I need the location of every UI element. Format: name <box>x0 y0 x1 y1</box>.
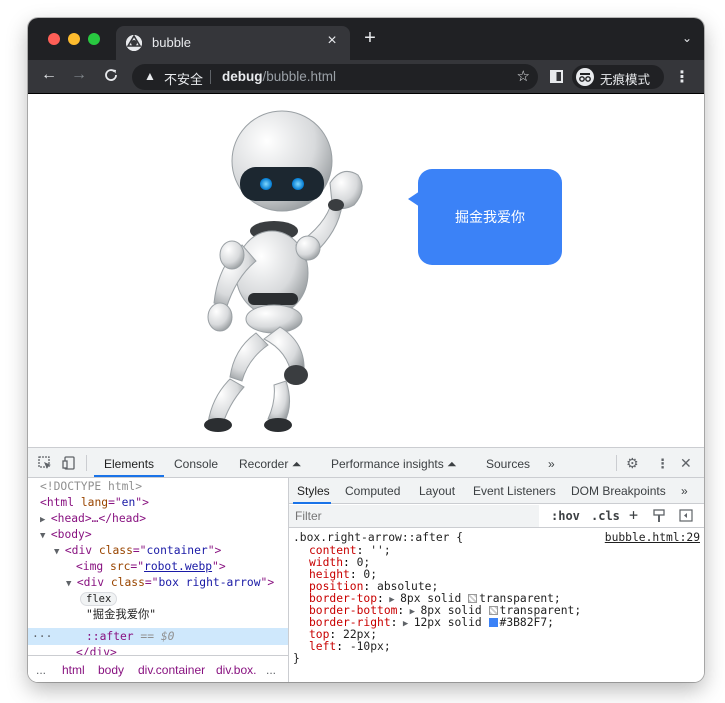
breadcrumb-body[interactable]: body <box>98 663 124 677</box>
device-toolbar-icon[interactable] <box>62 456 76 473</box>
tab-performance-insights[interactable]: Performance insights ⏶ <box>331 457 457 472</box>
side-panel-icon[interactable] <box>550 70 563 83</box>
tab-title: bubble <box>152 35 192 50</box>
text-node[interactable]: "掘金我爱你" <box>86 607 156 623</box>
styles-filter-bar: :hov .cls + <box>289 504 704 528</box>
styles-pane: Styles Computed Layout Event Listeners D… <box>289 478 704 682</box>
tab-elements[interactable]: Elements <box>104 457 154 471</box>
new-tab-button[interactable]: + <box>358 27 382 50</box>
tab-event-listeners[interactable]: Event Listeners <box>473 484 556 498</box>
tab-strip: bubble × + ⌄ <box>28 18 704 60</box>
tab-sources[interactable]: Sources <box>486 457 530 471</box>
devtools-tab-bar: Elements Console Recorder ⏶ Performance … <box>28 448 704 478</box>
maximize-window-button[interactable] <box>88 33 100 45</box>
breadcrumb-div-box[interactable]: div.box. <box>216 663 256 677</box>
address-bar[interactable]: ▲ 不安全 debug/bubble.html ☆ <box>132 64 538 90</box>
url-text[interactable]: debug/bubble.html <box>222 69 336 84</box>
node-ellipsis: ··· <box>32 630 53 643</box>
reload-button[interactable] <box>100 67 122 87</box>
tab-dom-breakpoints[interactable]: DOM Breakpoints <box>571 484 666 498</box>
inspect-element-icon[interactable] <box>38 456 52 473</box>
blue-color-swatch[interactable] <box>488 618 498 627</box>
tab-close-icon[interactable]: × <box>322 32 342 50</box>
rule-source-link[interactable]: bubble.html:29 <box>605 532 700 544</box>
rule-close-brace: } <box>293 652 300 665</box>
url-path: /bubble.html <box>262 69 337 84</box>
body-node[interactable]: ▼ <body> <box>40 527 92 543</box>
devtools-panel: Elements Console Recorder ⏶ Performance … <box>28 447 704 682</box>
toggle-sidebar-icon[interactable] <box>679 509 693 525</box>
more-style-tabs-chevron[interactable]: » <box>681 484 688 498</box>
url-host: debug <box>222 69 263 84</box>
div-close-node[interactable]: </div> <box>76 645 117 655</box>
container-div-node[interactable]: ▼ <div class="container"> <box>54 543 221 559</box>
tab-layout[interactable]: Layout <box>419 484 455 498</box>
paint-brush-icon[interactable] <box>653 509 665 526</box>
browser-toolbar: ← → ▲ 不安全 debug/bubble.html ☆ 无痕模式 ⋮ <box>28 60 704 94</box>
hover-state-toggle[interactable]: :hov <box>551 509 580 523</box>
breadcrumb-div-container[interactable]: div.container <box>138 663 205 677</box>
incognito-label: 无痕模式 <box>600 73 651 87</box>
class-toggle[interactable]: .cls <box>591 509 620 523</box>
breadcrumb-scroll-right[interactable]: ... <box>266 663 276 677</box>
active-tab-indicator <box>94 475 164 477</box>
elements-tree: <!DOCTYPE html> <html lang="en"> ▶ <head… <box>28 478 288 655</box>
styles-filter-input[interactable] <box>289 505 539 527</box>
forward-button[interactable]: → <box>68 66 90 84</box>
tab-styles[interactable]: Styles <box>297 484 330 498</box>
html-node[interactable]: <html lang="en"> <box>40 495 149 511</box>
back-button[interactable]: ← <box>38 66 60 84</box>
flex-badge[interactable]: flex <box>80 592 118 606</box>
toolbar-separator <box>616 455 617 471</box>
robot-image <box>204 110 363 432</box>
tab-search-chevron-icon[interactable]: ⌄ <box>682 31 692 45</box>
transparent-swatch[interactable] <box>468 594 478 603</box>
img-node[interactable]: <img src="robot.webp"> <box>76 559 226 575</box>
decl-left[interactable]: left: -10px; <box>309 641 391 653</box>
new-style-rule-icon[interactable]: + <box>629 506 638 524</box>
speech-bubble-text: 掘金我爱你 <box>455 209 525 225</box>
devtools-menu-icon[interactable]: ⋮ <box>656 456 669 472</box>
not-secure-warning-icon[interactable]: ▲ <box>144 69 156 83</box>
more-tabs-chevron[interactable]: » <box>548 457 555 471</box>
head-node[interactable]: ▶ <head>…</head> <box>40 511 146 527</box>
breadcrumb-html[interactable]: html <box>62 663 85 677</box>
page-favicon-icon <box>126 35 142 51</box>
after-pseudo-node[interactable]: ::after == $0 <box>86 629 174 645</box>
close-window-button[interactable] <box>48 33 60 45</box>
tab-console[interactable]: Console <box>174 457 218 471</box>
close-devtools-icon[interactable]: ✕ <box>680 455 692 472</box>
not-secure-label[interactable]: 不安全 <box>164 69 203 88</box>
transparent-swatch[interactable] <box>488 606 498 615</box>
incognito-icon <box>576 68 594 86</box>
rule-selector[interactable]: .box.right-arrow::after { <box>293 532 463 544</box>
browser-menu-icon[interactable]: ⋮ <box>674 67 690 87</box>
breadcrumb-scroll-left[interactable]: ... <box>36 663 46 677</box>
browser-window: bubble × + ⌄ ← → ▲ 不安全 debug/bubble.html… <box>28 18 704 682</box>
tab-computed[interactable]: Computed <box>345 484 400 498</box>
breadcrumb: ... html body div.container div.box. ... <box>28 655 288 682</box>
minimize-window-button[interactable] <box>68 33 80 45</box>
speech-bubble: 掘金我爱你 <box>408 169 562 265</box>
page-viewport: 掘金我爱你 <box>28 95 704 447</box>
tab-bubble[interactable]: bubble × <box>116 26 350 60</box>
reload-icon <box>105 69 117 81</box>
doctype-node[interactable]: <!DOCTYPE html> <box>40 479 142 495</box>
styles-tab-bar: Styles Computed Layout Event Listeners D… <box>289 478 704 504</box>
incognito-badge[interactable]: 无痕模式 <box>572 65 664 89</box>
flex-badge-row: flex <box>80 591 118 607</box>
box-div-node[interactable]: ▼ <div class="box right-arrow"> <box>66 575 274 591</box>
bookmark-star-icon[interactable]: ☆ <box>517 67 530 85</box>
address-separator <box>210 70 211 84</box>
tab-recorder[interactable]: Recorder ⏶ <box>239 457 301 472</box>
toolbar-separator <box>86 455 87 471</box>
speech-bubble-arrow <box>408 191 420 207</box>
settings-gear-icon[interactable]: ⚙ <box>626 455 639 472</box>
